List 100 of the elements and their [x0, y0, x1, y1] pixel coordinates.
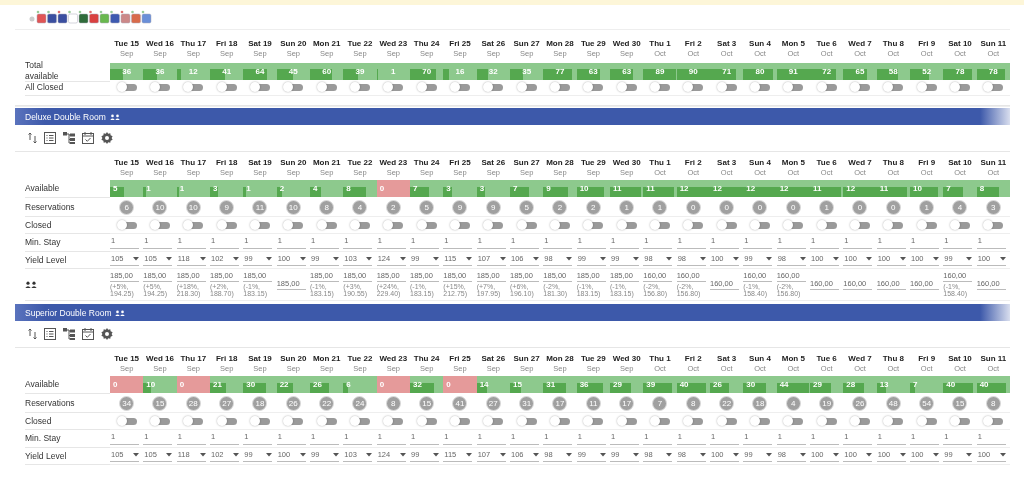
closed-toggle[interactable]	[550, 220, 570, 230]
closed-toggle[interactable]	[350, 82, 370, 92]
caret-icon	[633, 452, 639, 457]
closed-toggle[interactable]	[583, 82, 604, 92]
closed-toggle[interactable]	[250, 416, 270, 426]
closed-toggle[interactable]	[383, 82, 404, 92]
list-icon[interactable]	[44, 132, 56, 144]
closed-toggle[interactable]	[450, 416, 470, 426]
closed-toggle[interactable]	[316, 220, 337, 230]
closed-toggle[interactable]	[550, 416, 570, 426]
closed-toggle[interactable]	[616, 416, 637, 426]
caret-icon	[899, 256, 906, 261]
closed-toggle[interactable]	[150, 220, 170, 230]
closed-toggle[interactable]	[216, 220, 237, 230]
closed-toggle[interactable]	[750, 220, 770, 230]
closed-toggle[interactable]	[516, 220, 537, 230]
settings-icon[interactable]	[101, 132, 113, 144]
closed-toggle[interactable]	[216, 416, 237, 426]
hierarchy-icon[interactable]	[63, 132, 75, 144]
sort-icon[interactable]	[27, 328, 37, 340]
availability-count: 39	[645, 380, 656, 389]
closed-toggle[interactable]	[116, 82, 137, 92]
closed-toggle[interactable]	[950, 416, 970, 426]
closed-toggle[interactable]	[516, 416, 537, 426]
closed-toggle[interactable]	[416, 82, 437, 92]
sort-icon[interactable]	[27, 132, 37, 144]
closed-toggle[interactable]	[150, 416, 170, 426]
closed-toggle[interactable]	[483, 220, 504, 230]
closed-toggle[interactable]	[683, 220, 704, 230]
calendar-check-icon[interactable]	[82, 132, 94, 144]
closed-toggle[interactable]	[183, 82, 204, 92]
closed-toggle[interactable]	[583, 220, 604, 230]
calendar-check-icon[interactable]	[82, 328, 94, 340]
closed-toggle[interactable]	[216, 82, 237, 92]
closed-toggle[interactable]	[850, 220, 870, 230]
closed-toggle[interactable]	[716, 220, 737, 230]
closed-toggle[interactable]	[316, 416, 337, 426]
closed-toggle[interactable]	[850, 82, 870, 92]
closed-toggle[interactable]	[483, 416, 504, 426]
closed-toggle[interactable]	[316, 82, 337, 92]
closed-toggle[interactable]	[916, 220, 937, 230]
closed-toggle[interactable]	[716, 82, 737, 92]
closed-toggle[interactable]	[750, 82, 770, 92]
closed-toggle[interactable]	[916, 416, 937, 426]
settings-icon[interactable]	[101, 328, 113, 340]
closed-toggle[interactable]	[650, 220, 670, 230]
closed-toggle[interactable]	[916, 82, 937, 92]
closed-toggle[interactable]	[616, 82, 637, 92]
closed-toggle[interactable]	[983, 220, 1004, 230]
closed-toggle[interactable]	[416, 416, 437, 426]
closed-toggle[interactable]	[850, 416, 870, 426]
closed-toggle[interactable]	[683, 416, 704, 426]
closed-toggle[interactable]	[416, 220, 437, 230]
date-label: Sun 11	[980, 353, 1007, 363]
closed-toggle[interactable]	[683, 82, 704, 92]
closed-toggle[interactable]	[883, 220, 904, 230]
closed-toggle[interactable]	[783, 416, 804, 426]
closed-toggle[interactable]	[816, 82, 837, 92]
closed-toggle[interactable]	[950, 82, 970, 92]
closed-toggle[interactable]	[883, 416, 904, 426]
closed-toggle[interactable]	[783, 220, 804, 230]
closed-toggle[interactable]	[650, 82, 670, 92]
closed-toggle[interactable]	[816, 220, 837, 230]
room-title: Superior Double Room	[25, 307, 112, 318]
closed-toggle[interactable]	[450, 82, 470, 92]
closed-toggle[interactable]	[383, 220, 404, 230]
closed-toggle[interactable]	[250, 220, 270, 230]
closed-toggle[interactable]	[283, 82, 304, 92]
closed-toggle[interactable]	[550, 82, 570, 92]
closed-toggle[interactable]	[616, 220, 637, 230]
availability-count: 30	[745, 380, 756, 389]
closed-toggle[interactable]	[983, 416, 1004, 426]
closed-toggle[interactable]	[250, 82, 270, 92]
closed-toggle[interactable]	[950, 220, 970, 230]
availability-count: 91	[788, 66, 798, 76]
closed-toggle[interactable]	[383, 416, 404, 426]
closed-toggle[interactable]	[750, 416, 770, 426]
closed-toggle[interactable]	[583, 416, 604, 426]
closed-toggle[interactable]	[183, 416, 204, 426]
closed-toggle[interactable]	[283, 220, 304, 230]
hierarchy-icon[interactable]	[63, 328, 75, 340]
closed-toggle[interactable]	[450, 220, 470, 230]
closed-toggle[interactable]	[983, 82, 1004, 92]
list-icon[interactable]	[44, 328, 56, 340]
row-label: Closed	[25, 219, 52, 231]
closed-toggle[interactable]	[183, 220, 204, 230]
closed-toggle[interactable]	[350, 416, 370, 426]
closed-toggle[interactable]	[650, 416, 670, 426]
closed-toggle[interactable]	[116, 220, 137, 230]
closed-toggle[interactable]	[483, 82, 504, 92]
closed-toggle[interactable]	[150, 82, 170, 92]
closed-toggle[interactable]	[516, 82, 537, 92]
closed-toggle[interactable]	[883, 82, 904, 92]
closed-toggle[interactable]	[116, 416, 137, 426]
closed-toggle[interactable]	[783, 82, 804, 92]
closed-toggle[interactable]	[350, 220, 370, 230]
closed-toggle[interactable]	[816, 416, 837, 426]
reservation-count: 28	[185, 395, 201, 411]
closed-toggle[interactable]	[716, 416, 737, 426]
closed-toggle[interactable]	[283, 416, 304, 426]
